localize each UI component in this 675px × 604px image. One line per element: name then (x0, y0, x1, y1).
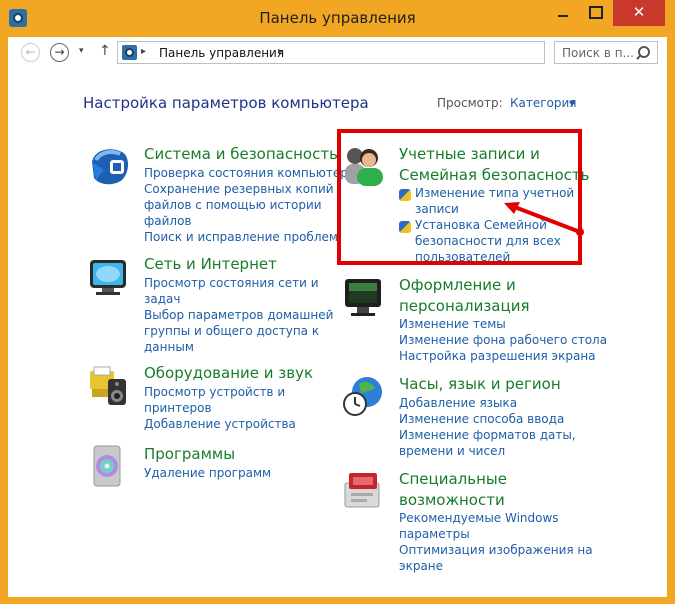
link-screen-resolution[interactable]: Настройка разрешения экрана (399, 348, 607, 364)
link-homegroup[interactable]: группы и общего доступа к (144, 323, 333, 339)
search-input[interactable]: Поиск в п... (562, 46, 634, 60)
category-title[interactable]: персонализация (399, 296, 529, 316)
view-label: Просмотр: (437, 96, 503, 110)
chevron-down-icon[interactable]: ▼ (569, 99, 575, 108)
link-network-status[interactable]: Просмотр состояния сети и (144, 275, 333, 291)
category-links: Добавление языка Изменение способа ввода… (399, 395, 576, 459)
category-links: Удаление программ (144, 465, 271, 481)
network-globe-icon[interactable] (86, 254, 130, 298)
view-mode-dropdown[interactable]: Категория (510, 96, 577, 110)
up-arrow-icon[interactable]: ↑ (99, 43, 111, 59)
system-security-icon[interactable] (86, 144, 130, 188)
printer-speaker-icon[interactable] (86, 363, 130, 407)
link-troubleshoot[interactable]: Поиск и исправление проблем (144, 229, 355, 245)
category-links: Просмотр устройств и принтеров Добавлени… (144, 384, 296, 432)
category-title[interactable]: Оформление и (399, 275, 516, 295)
category-title[interactable]: Часы, язык и регион (399, 374, 561, 394)
link-homegroup[interactable]: Выбор параметров домашней (144, 307, 333, 323)
category-title[interactable]: Сеть и Интернет (144, 254, 277, 274)
link-devices-printers[interactable]: принтеров (144, 400, 296, 416)
category-title[interactable]: Программы (144, 444, 235, 464)
navigation-bar: ← → ▾ ↑ ▸ Панель управления ▸ ▾ ↻ Поиск … (8, 37, 667, 70)
link-optimize-display[interactable]: экране (399, 558, 593, 574)
link-uninstall-program[interactable]: Удаление программ (144, 465, 271, 481)
link-backup[interactable]: Сохранение резервных копий (144, 181, 355, 197)
link-network-status[interactable]: задач (144, 291, 333, 307)
back-button[interactable]: ← (21, 43, 40, 62)
category-title[interactable]: Оборудование и звук (144, 363, 313, 383)
link-date-formats[interactable]: Изменение форматов даты, (399, 427, 576, 443)
globe-clock-icon[interactable] (341, 374, 385, 418)
control-panel-icon (122, 45, 137, 60)
link-change-theme[interactable]: Изменение темы (399, 316, 607, 332)
link-backup[interactable]: файлов (144, 213, 355, 229)
link-recommended-settings[interactable]: параметры (399, 526, 593, 542)
search-box[interactable]: Поиск в п... (554, 41, 658, 64)
link-check-status[interactable]: Проверка состояния компьютера (144, 165, 355, 181)
forward-button[interactable]: → (50, 43, 69, 62)
maximize-button[interactable] (580, 0, 610, 26)
monitor-icon[interactable] (341, 275, 385, 319)
category-links: Проверка состояния компьютера Сохранение… (144, 165, 355, 245)
close-button[interactable]: ✕ (613, 0, 665, 26)
red-arrow-annotation (504, 202, 584, 236)
ease-of-access-icon[interactable] (341, 469, 385, 513)
client-area: ← → ▾ ↑ ▸ Панель управления ▸ ▾ ↻ Поиск … (8, 37, 667, 597)
link-backup[interactable]: файлов с помощью истории (144, 197, 355, 213)
category-links: Изменение темы Изменение фона рабочего с… (399, 316, 607, 364)
address-bar[interactable]: ▸ Панель управления ▸ ▾ ↻ (117, 41, 641, 65)
link-recommended-settings[interactable]: Рекомендуемые Windows (399, 510, 593, 526)
link-add-device[interactable]: Добавление устройства (144, 416, 296, 432)
link-input-method[interactable]: Изменение способа ввода (399, 411, 576, 427)
category-links: Просмотр состояния сети и задач Выбор па… (144, 275, 333, 355)
link-add-language[interactable]: Добавление языка (399, 395, 576, 411)
search-icon[interactable] (638, 46, 650, 58)
link-devices-printers[interactable]: Просмотр устройств и (144, 384, 296, 400)
recent-locations-chevron-icon[interactable]: ▾ (79, 46, 84, 56)
category-title[interactable]: Специальные (399, 469, 507, 489)
minimize-button[interactable] (548, 0, 578, 26)
link-optimize-display[interactable]: Оптимизация изображения на (399, 542, 593, 558)
breadcrumb-separator-icon[interactable]: ▸ (141, 46, 146, 57)
category-title[interactable]: возможности (399, 490, 505, 510)
window-frame: Панель управления ✕ ← → ▾ ↑ ▸ Панель упр… (0, 0, 675, 604)
programs-disc-icon[interactable] (86, 444, 130, 488)
category-title[interactable]: Система и безопасность (144, 144, 338, 164)
link-change-background[interactable]: Изменение фона рабочего стола (399, 332, 607, 348)
breadcrumb[interactable]: Панель управления (159, 46, 284, 60)
page-title: Настройка параметров компьютера (83, 94, 369, 112)
link-homegroup[interactable]: данным (144, 339, 333, 355)
title-bar[interactable]: Панель управления ✕ (0, 0, 675, 38)
category-links: Рекомендуемые Windows параметры Оптимиза… (399, 510, 593, 574)
breadcrumb-separator-icon[interactable]: ▸ (278, 46, 283, 57)
link-date-formats[interactable]: времени и чисел (399, 443, 576, 459)
